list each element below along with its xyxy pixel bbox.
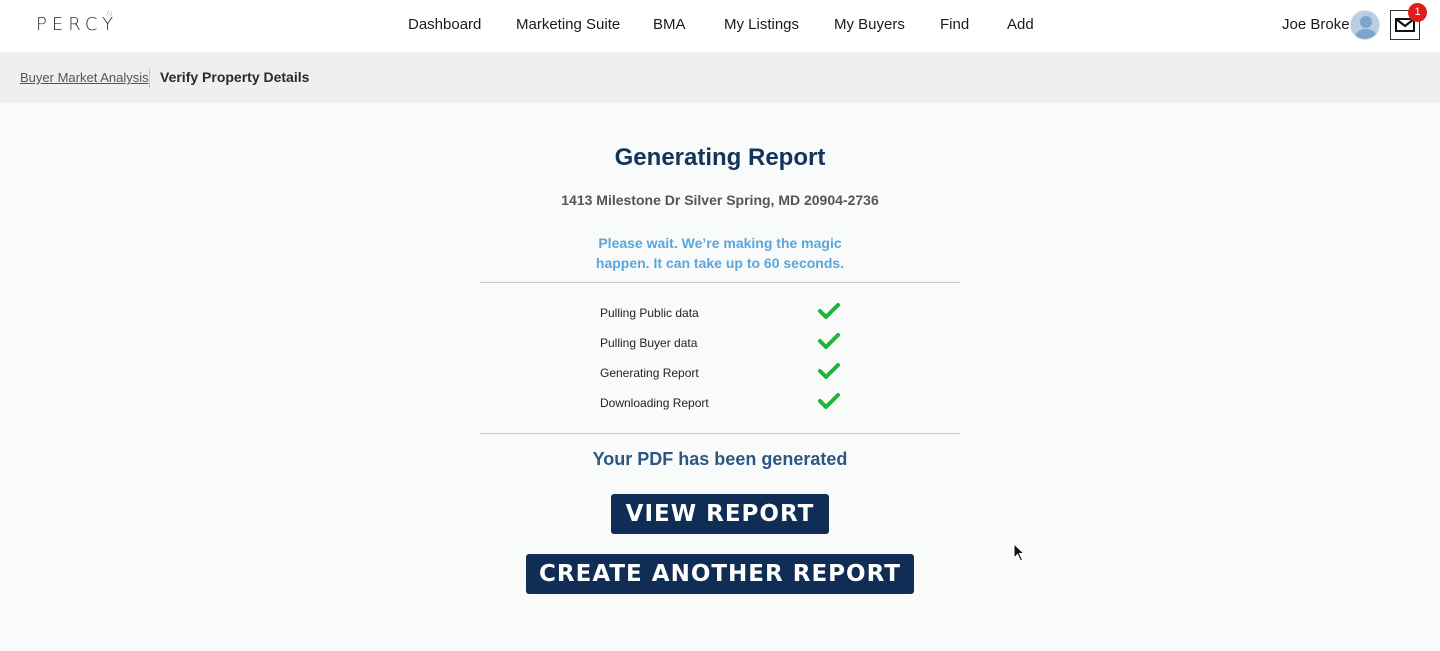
notification-badge: 1	[1408, 3, 1427, 22]
breadcrumb-current-page: Verify Property Details	[160, 69, 310, 85]
step-label: Generating Report	[600, 366, 699, 380]
main-nav: Dashboard Marketing Suite BMA My Listing…	[0, 16, 1440, 36]
nav-item-marketing-suite[interactable]: Marketing Suite	[516, 16, 620, 33]
avatar-head-shape	[1360, 16, 1372, 28]
divider-bottom	[480, 433, 960, 434]
nav-item-dashboard[interactable]: Dashboard	[408, 16, 481, 33]
top-navigation-bar: PERCY AI Dashboard Marketing Suite BMA M…	[0, 0, 1440, 52]
breadcrumb-link-buyer-market-analysis[interactable]: Buyer Market Analysis	[20, 70, 149, 85]
view-report-button[interactable]: VIEW REPORT	[611, 494, 829, 534]
wait-message-line-1: Please wait. We’re making the magic	[598, 235, 842, 251]
step-generating-report: Generating Report	[600, 360, 850, 390]
avatar[interactable]	[1350, 10, 1380, 40]
pdf-generated-message: Your PDF has been generated	[592, 449, 848, 469]
step-label: Pulling Buyer data	[600, 336, 698, 350]
avatar-body-shape	[1355, 29, 1377, 39]
nav-item-my-listings[interactable]: My Listings	[724, 16, 799, 33]
step-label: Pulling Public data	[600, 306, 699, 320]
mouse-pointer-icon	[1013, 543, 1026, 562]
page-title: Generating Report	[614, 144, 826, 171]
step-pulling-public-data: Pulling Public data	[600, 300, 850, 330]
check-icon	[818, 333, 840, 349]
check-icon	[818, 393, 840, 409]
nav-item-find[interactable]: Find	[940, 16, 969, 33]
nav-item-bma[interactable]: BMA	[653, 16, 686, 33]
nav-item-my-buyers[interactable]: My Buyers	[834, 16, 905, 33]
step-downloading-report: Downloading Report	[600, 390, 850, 420]
step-label: Downloading Report	[600, 396, 709, 410]
property-address: 1413 Milestone Dr Silver Spring, MD 2090…	[561, 192, 879, 208]
wait-message-line-2: happen. It can take up to 60 seconds.	[595, 255, 845, 271]
check-icon	[818, 363, 840, 379]
check-icon	[818, 303, 840, 319]
user-name[interactable]: Joe Broker	[1282, 16, 1355, 33]
nav-item-add[interactable]: Add	[1007, 16, 1034, 33]
divider-top	[480, 282, 960, 283]
step-pulling-buyer-data: Pulling Buyer data	[600, 330, 850, 360]
wait-message: Please wait. We’re making the magic happ…	[560, 233, 880, 273]
breadcrumb-divider	[149, 68, 150, 88]
breadcrumb: Buyer Market Analysis Verify Property De…	[0, 52, 1440, 103]
create-another-report-button[interactable]: CREATE ANOTHER REPORT	[526, 554, 914, 594]
